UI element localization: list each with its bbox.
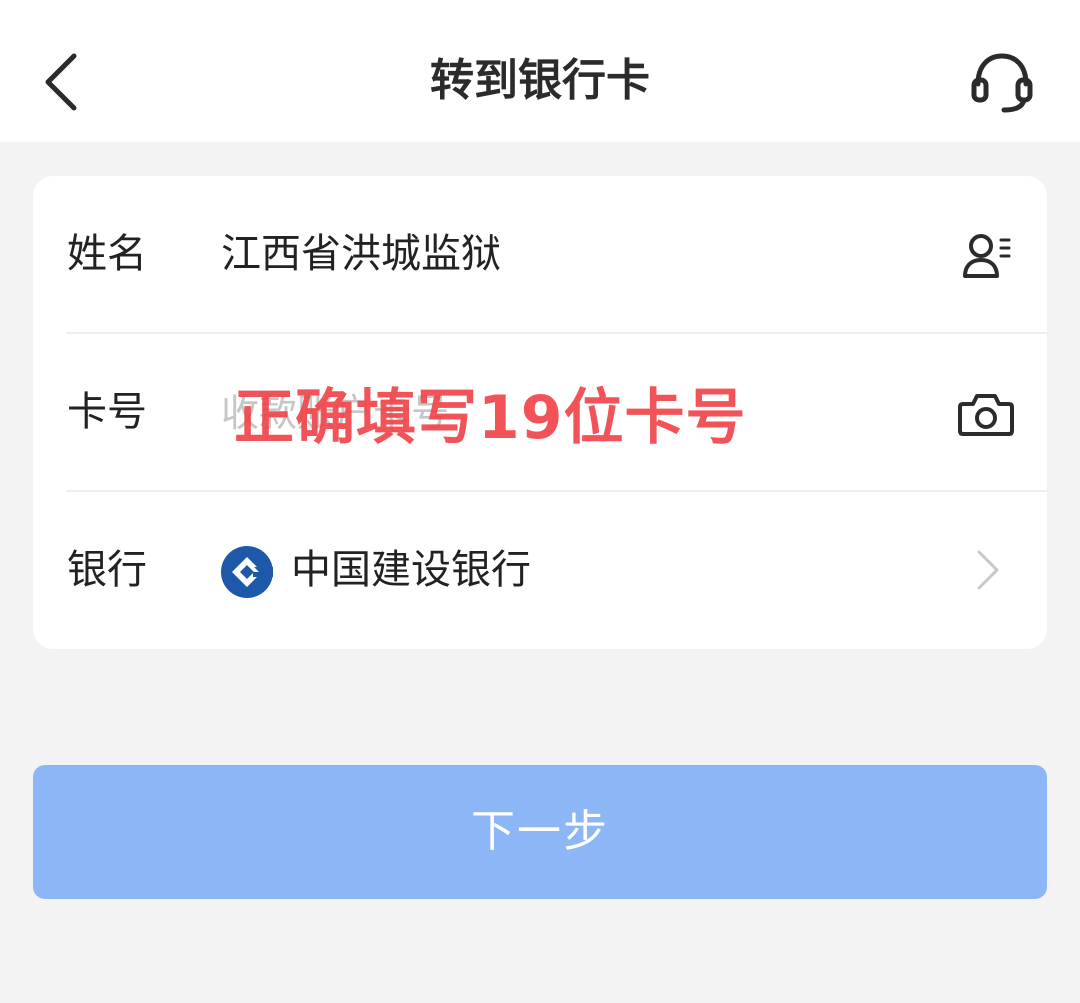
- bank-row[interactable]: 银行 中国建设银行: [33, 492, 1047, 648]
- card-number-label: 卡号: [67, 389, 147, 435]
- card-number-hint-overlay: 正确填写19位卡号: [234, 383, 747, 453]
- contacts-icon: [963, 234, 1011, 278]
- page-title: 转到银行卡: [430, 55, 650, 106]
- contacts-button[interactable]: [961, 232, 1013, 280]
- name-value[interactable]: 江西省洪城监狱: [221, 176, 501, 332]
- bank-label: 银行: [67, 547, 147, 593]
- camera-icon: [958, 394, 1014, 436]
- name-row: 姓名 江西省洪城监狱: [33, 176, 1047, 332]
- ccb-logo: [221, 546, 273, 598]
- scan-card-button[interactable]: [957, 390, 1015, 438]
- chevron-right-icon: [977, 550, 999, 590]
- name-label: 姓名: [67, 231, 147, 277]
- bank-select-arrow[interactable]: [971, 546, 1003, 594]
- next-step-button[interactable]: 下一步: [33, 765, 1047, 899]
- top-nav-bar: 转到银行卡: [0, 0, 1080, 142]
- headset-icon: [971, 53, 1033, 113]
- customer-service-button[interactable]: [966, 50, 1038, 116]
- bank-name: 中国建设银行: [291, 547, 531, 593]
